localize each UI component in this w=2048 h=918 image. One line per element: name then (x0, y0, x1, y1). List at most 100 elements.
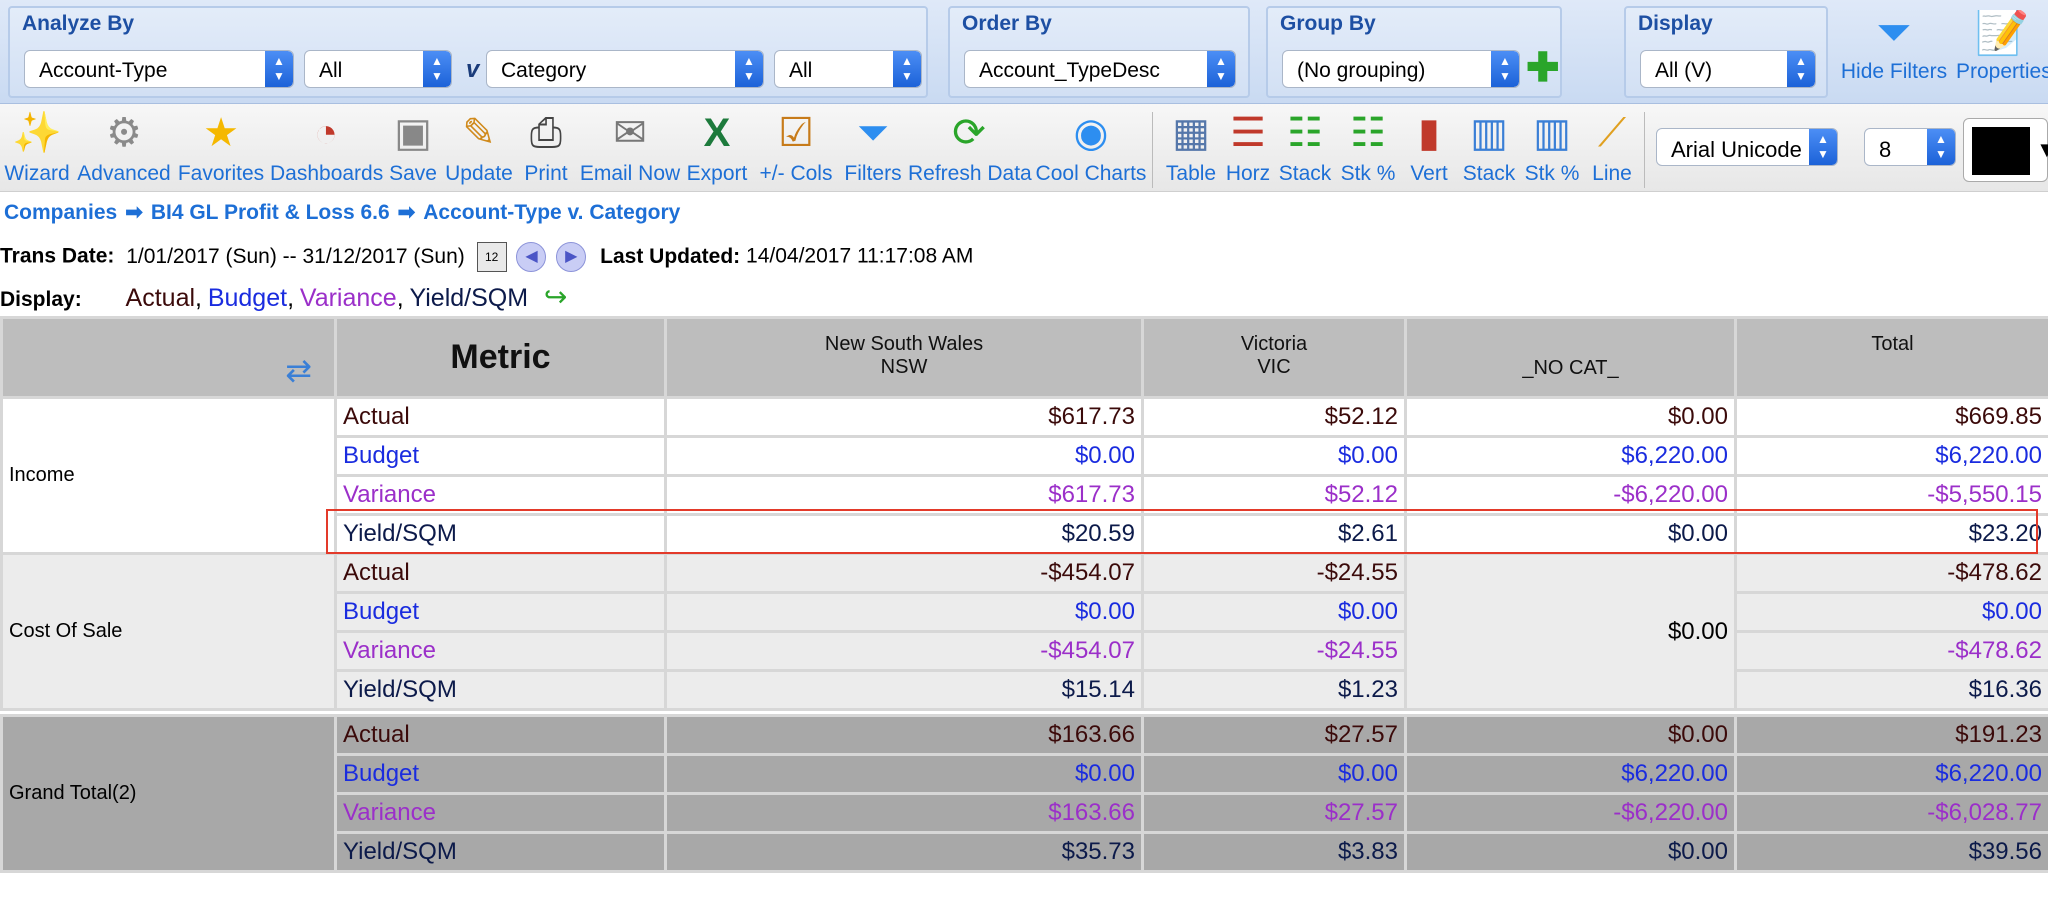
line-label: Line (1592, 162, 1632, 185)
select-arrows-icon: ▲ ▼ (1927, 129, 1955, 165)
value-cell-total[interactable]: $0.00 (1734, 591, 2048, 633)
column-header-total[interactable]: Total (1734, 316, 2048, 399)
analyze-field1-value-select[interactable]: All ▲ ▼ (304, 50, 452, 88)
value-cell-nocat[interactable]: $0.00 (1404, 396, 1737, 438)
order-by-select[interactable]: Account_TypeDesc ▲ ▼ (964, 50, 1236, 88)
value-cell-vic[interactable]: $52.12 (1141, 474, 1407, 516)
value-cell-nocat[interactable]: $0.00 (1404, 714, 1737, 756)
value-cell-vic[interactable]: -$24.55 (1141, 630, 1407, 672)
display-select[interactable]: All (V) ▲ ▼ (1640, 50, 1816, 88)
analyze-field2-value-select[interactable]: All ▲ ▼ (774, 50, 922, 88)
value-cell-nsw[interactable]: -$454.07 (664, 552, 1144, 594)
value-cell-vic[interactable]: -$24.55 (1141, 552, 1407, 594)
stk-pct-horz-chart-button[interactable]: ☷ Stk % (1336, 108, 1400, 190)
value-cell-total[interactable]: $191.23 (1734, 714, 2048, 756)
export-button[interactable]: X Export (684, 108, 750, 190)
value-cell-vic[interactable]: $0.00 (1141, 753, 1407, 795)
value-cell-nsw[interactable]: $0.00 (664, 753, 1144, 795)
value-cell-total[interactable]: -$5,550.15 (1734, 474, 2048, 516)
vert-chart-button[interactable]: ▮ Vert (1402, 108, 1456, 190)
cols-button[interactable]: ☑ +/- Cols (754, 108, 838, 190)
value-cell-nsw[interactable]: $20.59 (664, 513, 1144, 555)
color-picker[interactable]: ▼ (1963, 118, 2048, 182)
analyze-field2-select[interactable]: Category ▲ ▼ (486, 50, 764, 88)
value-cell-vic[interactable]: $2.61 (1141, 513, 1407, 555)
value-cell-nsw[interactable]: $163.66 (664, 714, 1144, 756)
previous-period-icon[interactable]: ◀ (516, 242, 547, 272)
value-cell-nocat[interactable]: $6,220.00 (1404, 435, 1737, 477)
group-by-select[interactable]: (No grouping) ▲ ▼ (1282, 50, 1520, 88)
font-family-select[interactable]: Arial Unicode ▲ ▼ (1656, 128, 1838, 166)
row-group-label[interactable]: Grand Total(2) (0, 714, 337, 873)
favorites-button[interactable]: ★ Favorites (176, 108, 266, 190)
print-button[interactable]: ⎙ Print (518, 108, 574, 190)
value-cell-vic[interactable]: $27.57 (1141, 792, 1407, 834)
share-arrow-icon[interactable]: ↪ (544, 281, 567, 312)
column-header-vic[interactable]: Victoria VIC (1141, 316, 1407, 399)
value-cell-vic[interactable]: $1.23 (1141, 669, 1407, 711)
value-cell-total[interactable]: -$478.62 (1734, 630, 2048, 672)
wizard-button[interactable]: ✨ Wizard (4, 108, 70, 190)
swap-axes-icon[interactable]: ⇄ (285, 351, 312, 389)
calendar-icon[interactable]: 12 (476, 242, 507, 272)
column-header-nocat[interactable]: _NO CAT_ (1404, 316, 1737, 399)
metric-cell: Actual (334, 714, 667, 756)
value-cell-vic[interactable]: $0.00 (1141, 591, 1407, 633)
value-cell-nsw[interactable]: $163.66 (664, 792, 1144, 834)
value-cell-nocat[interactable]: $0.00 (1404, 513, 1737, 555)
value-cell-total[interactable]: $669.85 (1734, 396, 2048, 438)
breadcrumb-view[interactable]: Account-Type v. Category (423, 201, 680, 224)
row-group-label[interactable]: Cost Of Sale (0, 552, 337, 711)
value-cell-nsw[interactable]: $617.73 (664, 474, 1144, 516)
value-cell-nsw[interactable]: $15.14 (664, 669, 1144, 711)
font-size-select[interactable]: 8 ▲ ▼ (1864, 128, 1956, 166)
advanced-button[interactable]: ⚙ Advanced (76, 108, 172, 190)
value-cell-total[interactable]: $6,220.00 (1734, 435, 2048, 477)
row-group-label[interactable]: Income (0, 396, 337, 555)
value-cell-vic[interactable]: $0.00 (1141, 435, 1407, 477)
refresh-data-button[interactable]: ⟳ Refresh Data (908, 108, 1032, 190)
email-now-button[interactable]: ✉ Email Now (578, 108, 682, 190)
value-cell-total[interactable]: $16.36 (1734, 669, 2048, 711)
display-line: Display: Actual, Budget, Variance, Yield… (0, 280, 567, 313)
value-cell-total[interactable]: -$6,028.77 (1734, 792, 2048, 834)
stk-pct-vert-chart-button[interactable]: ▥ Stk % (1520, 108, 1584, 190)
value-cell-nsw[interactable]: $0.00 (664, 591, 1144, 633)
value-cell-nocat[interactable]: $0.00 (1404, 552, 1737, 711)
filters-button[interactable]: ⏷ Filters (840, 108, 906, 190)
line-chart-button[interactable]: ⟋ Line (1586, 108, 1638, 190)
value-cell-nsw[interactable]: -$454.07 (664, 630, 1144, 672)
value-cell-vic[interactable]: $52.12 (1141, 396, 1407, 438)
breadcrumb-companies[interactable]: Companies (4, 201, 117, 224)
value-cell-nocat[interactable]: -$6,220.00 (1404, 792, 1737, 834)
add-grouping-plus-icon[interactable]: ✚ (1526, 48, 1560, 88)
analyze-field1-select[interactable]: Account-Type ▲ ▼ (24, 50, 294, 88)
column-header-nsw[interactable]: New South Wales NSW (664, 316, 1144, 399)
value-cell-nsw[interactable]: $617.73 (664, 396, 1144, 438)
horz-chart-button[interactable]: ☰ Horz (1222, 108, 1274, 190)
save-button[interactable]: ▣ Save (386, 108, 440, 190)
value-cell-total[interactable]: $23.20 (1734, 513, 2048, 555)
select-arrows-icon: ▲ ▼ (735, 51, 763, 87)
table-view-button[interactable]: ▦ Table (1160, 108, 1222, 190)
stack-horz-chart-button[interactable]: ☷ Stack (1276, 108, 1334, 190)
value-cell-total[interactable]: $39.56 (1734, 831, 2048, 873)
value-cell-vic[interactable]: $27.57 (1141, 714, 1407, 756)
value-cell-total[interactable]: -$478.62 (1734, 552, 2048, 594)
value-cell-vic[interactable]: $3.83 (1141, 831, 1407, 873)
value-cell-nsw[interactable]: $35.73 (664, 831, 1144, 873)
value-cell-nocat[interactable]: -$6,220.00 (1404, 474, 1737, 516)
breadcrumb-report[interactable]: BI4 GL Profit & Loss 6.6 (151, 201, 390, 224)
update-button[interactable]: ✎ Update (444, 108, 514, 190)
value-cell-nsw[interactable]: $0.00 (664, 435, 1144, 477)
stack-vert-chart-button[interactable]: ▥ Stack (1460, 108, 1518, 190)
group-by-title: Group By (1280, 12, 1376, 35)
properties-button[interactable]: 📝 Properties (1952, 10, 2048, 84)
cool-charts-button[interactable]: ◉ Cool Charts (1034, 108, 1148, 190)
value-cell-nocat[interactable]: $6,220.00 (1404, 753, 1737, 795)
value-cell-total[interactable]: $6,220.00 (1734, 753, 2048, 795)
dashboards-button[interactable]: ◔ Dashboards (270, 108, 383, 190)
value-cell-nocat[interactable]: $0.00 (1404, 831, 1737, 873)
hide-filters-button[interactable]: ⏷ Hide Filters (1838, 10, 1950, 84)
next-period-icon[interactable]: ▶ (556, 242, 587, 272)
